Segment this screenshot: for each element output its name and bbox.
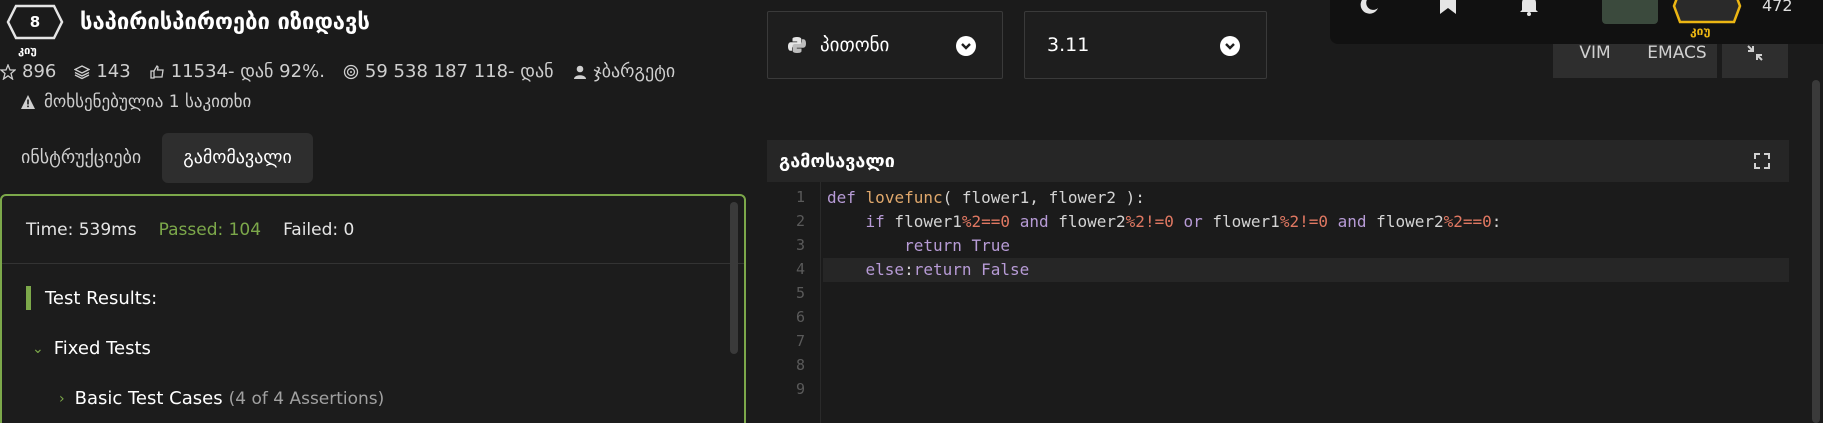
author-name: ჯბარგეტი: [593, 61, 676, 82]
collapse-icon: [1747, 45, 1763, 61]
line-number: 1: [795, 188, 805, 206]
language-select[interactable]: პითონი: [767, 11, 1003, 79]
fixed-tests-group[interactable]: ⌄ Fixed Tests: [32, 338, 151, 359]
user-rank-badge[interactable]: [1672, 0, 1742, 24]
code-line-4: else:return False: [823, 258, 1789, 282]
line-number: 9: [795, 380, 805, 398]
heading-accent-bar: [26, 286, 31, 310]
kata-stats: 896 143 11534- დან 92%. 59 538 187 118- …: [0, 61, 693, 82]
layers-icon: [74, 64, 91, 79]
failed-label: Failed: 0: [283, 219, 355, 240]
assertions-count: (4 of 4 Assertions): [228, 388, 385, 409]
results-heading: Test Results:: [26, 286, 157, 310]
star-icon: [0, 63, 16, 80]
warning-icon: [21, 95, 35, 109]
collections-count: 143: [96, 61, 131, 82]
left-tabs: ინსტრუქციები გამომავალი: [0, 133, 313, 183]
honor-count: 472: [1762, 0, 1793, 15]
user-icon: [573, 65, 586, 79]
version-value: 3.11: [1047, 34, 1090, 56]
version-select[interactable]: 3.11: [1024, 11, 1267, 79]
hits-text: 59 538 187 118- დან: [364, 61, 554, 82]
time-label: Time: 539ms: [26, 219, 137, 240]
line-number: 8: [795, 356, 805, 374]
fixed-tests-label: Fixed Tests: [53, 338, 151, 359]
output-panel-header: გამოსავალი: [767, 140, 1789, 182]
completions-stat[interactable]: 11534- დან 92%.: [149, 61, 325, 82]
basic-test-cases-label: Basic Test Cases: [74, 388, 223, 409]
passed-label: Passed: 104: [158, 219, 262, 240]
results-summary: Time: 539ms Passed: 104 Failed: 0: [2, 196, 744, 264]
line-number: 6: [795, 308, 805, 326]
line-number: 7: [795, 332, 805, 350]
chevron-down-icon: [956, 36, 976, 56]
top-user-bar: კიუ 472: [1330, 0, 1823, 44]
user-rank-unit: კიუ: [1690, 24, 1711, 38]
completions-text: 11534- დან 92%.: [170, 61, 325, 82]
line-number: 3: [795, 236, 805, 254]
basic-test-cases[interactable]: › Basic Test Cases (4 of 4 Assertions): [59, 388, 384, 409]
thumbs-up-icon: [150, 64, 164, 79]
hits-stat[interactable]: 59 538 187 118- დან: [343, 61, 554, 82]
test-results-panel: Time: 539ms Passed: 104 Failed: 0 Test R…: [0, 194, 746, 423]
author-stat[interactable]: ჯბარგეტი: [572, 61, 676, 82]
code-line-1: def lovefunc( flower1, flower2 ):: [827, 188, 1145, 207]
kata-rank-number: 8: [29, 13, 41, 31]
chevron-down-icon: [1220, 36, 1240, 56]
moon-icon[interactable]: [1358, 0, 1380, 16]
bookmark-icon[interactable]: [1438, 0, 1458, 16]
code-line-3: return True: [904, 236, 1011, 255]
line-number: 5: [795, 284, 805, 302]
bell-icon[interactable]: [1518, 0, 1540, 16]
chevron-right-icon: ›: [59, 390, 65, 407]
issue-note-text: მოხსენებულია 1 საკითხი: [44, 92, 252, 112]
issue-note[interactable]: მოხსენებულია 1 საკითხი: [20, 92, 251, 112]
results-scrollbar[interactable]: [730, 202, 738, 354]
target-icon: [343, 64, 359, 79]
code-line-2: if flower1%2==0 and flower2%2!=0 or flow…: [865, 212, 1502, 231]
python-icon: [788, 37, 806, 53]
stars-count: 896: [22, 61, 57, 82]
line-number-gutter: 1 2 3 4 5 6 7 8 9: [767, 182, 821, 423]
chevron-down-icon: ⌄: [32, 340, 44, 357]
stars-stat[interactable]: 896: [0, 61, 56, 82]
kata-rank-unit: კიუ: [18, 44, 37, 57]
line-number: 4: [795, 260, 805, 278]
kata-title: საპირისპიროები იზიდავს: [80, 10, 370, 35]
kata-rank-badge: 8: [6, 4, 64, 40]
results-heading-text: Test Results:: [45, 287, 158, 309]
avatar[interactable]: [1602, 0, 1658, 24]
page-scrollbar[interactable]: [1812, 80, 1820, 423]
expand-icon[interactable]: [1753, 152, 1771, 170]
line-number: 2: [795, 212, 805, 230]
language-value: პითონი: [820, 34, 890, 56]
tab-output[interactable]: გამომავალი: [162, 133, 313, 183]
output-title: გამოსავალი: [779, 150, 895, 172]
code-editor[interactable]: 1 2 3 4 5 6 7 8 9 def lovefunc( flower1,…: [767, 182, 1789, 423]
collections-stat[interactable]: 143: [74, 61, 131, 82]
tab-instructions[interactable]: ინსტრუქციები: [0, 133, 162, 183]
